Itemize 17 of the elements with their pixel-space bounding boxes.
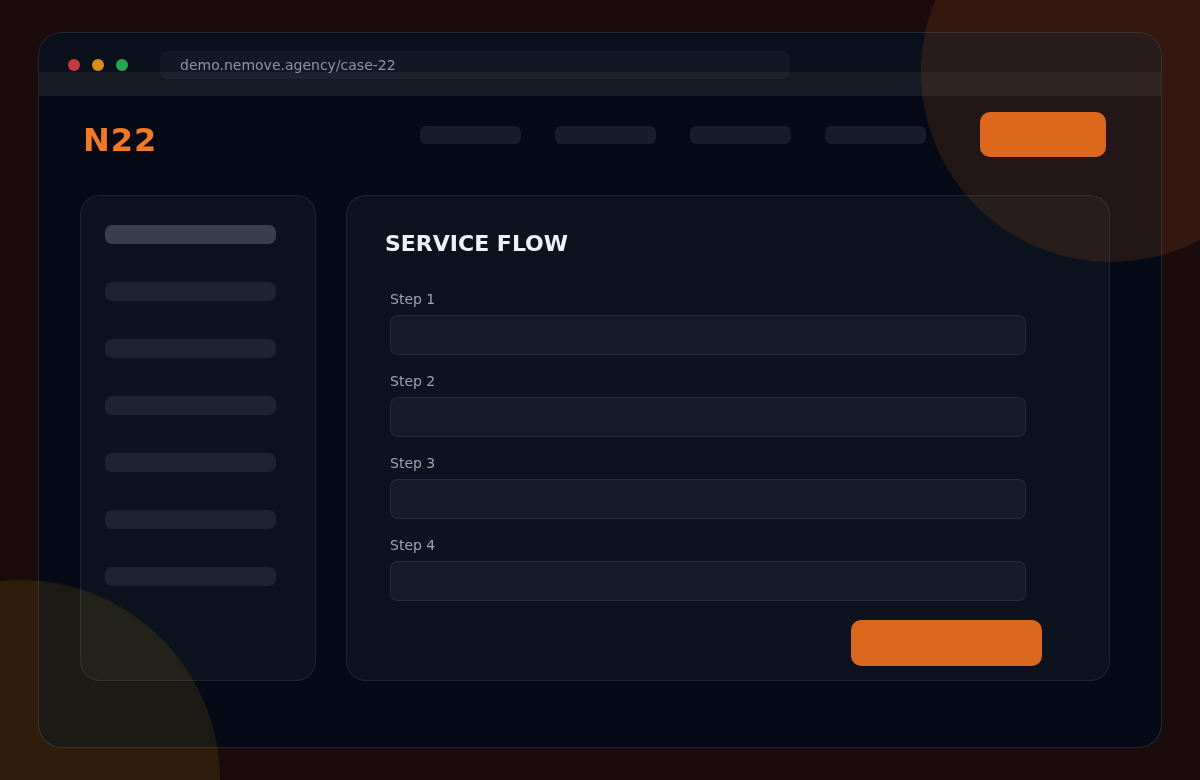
input-field[interactable] [390,315,1026,355]
input-field[interactable] [390,479,1026,519]
submit-button[interactable] [851,620,1042,666]
address-bar[interactable]: demo.nemove.agency/case-22 [160,50,790,79]
input-field[interactable] [390,561,1026,601]
field-label: Step 1 [390,291,436,307]
field-label: Step 4 [390,537,436,553]
close-control-icon[interactable] [68,58,80,71]
input-field[interactable] [390,397,1026,437]
form-title: SERVICE FLOW [385,231,569,257]
brand-logo: N22 [83,120,158,159]
field-label: Step 3 [390,455,436,471]
cta-button[interactable] [980,112,1106,157]
sidebar-item[interactable] [105,225,276,244]
field-label: Step 2 [390,373,436,389]
zoom-control-icon[interactable] [116,58,128,71]
minimize-control-icon[interactable] [92,58,104,71]
